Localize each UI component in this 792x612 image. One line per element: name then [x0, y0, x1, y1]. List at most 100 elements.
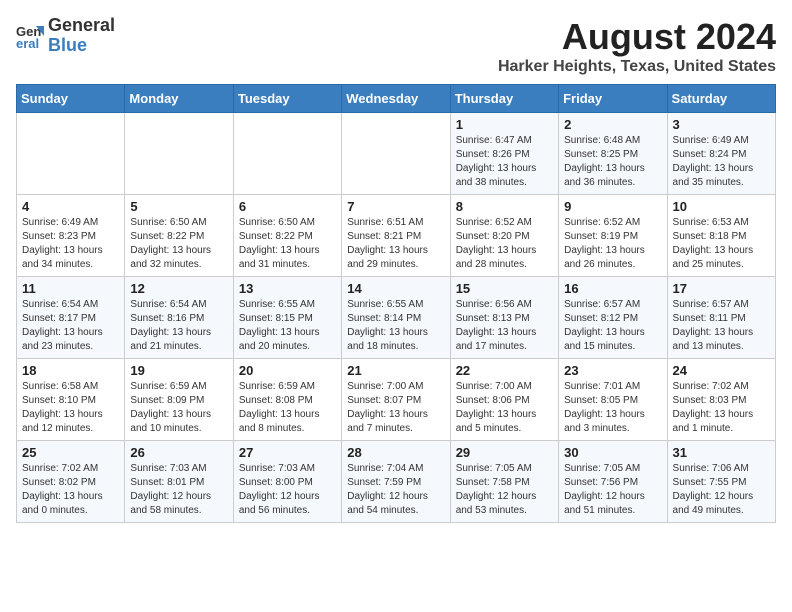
day-info: Sunrise: 6:59 AM Sunset: 8:08 PM Dayligh…: [239, 380, 336, 436]
day-number: 18: [22, 363, 119, 378]
weekday-header-saturday: Saturday: [667, 85, 775, 113]
calendar-cell: 28Sunrise: 7:04 AM Sunset: 7:59 PM Dayli…: [342, 441, 450, 523]
day-info: Sunrise: 7:03 AM Sunset: 8:00 PM Dayligh…: [239, 462, 336, 518]
day-number: 10: [673, 199, 770, 214]
day-info: Sunrise: 7:03 AM Sunset: 8:01 PM Dayligh…: [130, 462, 227, 518]
calendar-cell: 12 Sunrise: 6:54 AM Sunset: 8:16 PM Dayli…: [125, 277, 233, 359]
day-number: 8: [456, 199, 553, 214]
day-info: Sunrise: 7:01 AM Sunset: 8:05 PM Dayligh…: [564, 380, 661, 436]
day-number: 6: [239, 199, 336, 214]
calendar-cell: 23 Sunrise: 7:01 AM Sunset: 8:05 PM Dayli…: [559, 359, 667, 441]
logo: Gen eral General Blue: [16, 16, 115, 56]
day-info: Sunrise: 6:55 AM Sunset: 8:14 PM Dayligh…: [347, 298, 444, 354]
day-info: Sunrise: 6:48 AM Sunset: 8:25 PM Dayligh…: [564, 134, 661, 190]
weekday-header-monday: Monday: [125, 85, 233, 113]
calendar-cell: [125, 113, 233, 195]
day-info: Sunrise: 6:47 AM Sunset: 8:26 PM Dayligh…: [456, 134, 553, 190]
day-number: 4: [22, 199, 119, 214]
calendar-cell: 30 Sunrise: 7:05 AM Sunset: 7:56 PM Dayli…: [559, 441, 667, 523]
day-info: Sunrise: 6:50 AM Sunset: 8:22 PM Dayligh…: [130, 216, 227, 272]
calendar-cell: 11Sunrise: 6:54 AM Sunset: 8:17 PM Dayli…: [17, 277, 125, 359]
calendar-cell: [233, 113, 341, 195]
day-info: Sunrise: 7:05 AM Sunset: 7:56 PM Dayligh…: [564, 462, 661, 518]
day-number: 26: [130, 445, 227, 460]
title-block: August 2024 Harker Heights, Texas, Unite…: [498, 16, 776, 76]
calendar-cell: 31 Sunrise: 7:06 AM Sunset: 7:55 PM Dayli…: [667, 441, 775, 523]
calendar-cell: 13 Sunrise: 6:55 AM Sunset: 8:15 PM Dayli…: [233, 277, 341, 359]
day-info: Sunrise: 6:54 AM Sunset: 8:17 PM Dayligh…: [22, 298, 119, 354]
calendar-cell: 1 Sunrise: 6:47 AM Sunset: 8:26 PM Daylig…: [450, 113, 558, 195]
calendar-cell: 3Sunrise: 6:49 AM Sunset: 8:24 PM Daylig…: [667, 113, 775, 195]
weekday-header-friday: Friday: [559, 85, 667, 113]
day-number: 20: [239, 363, 336, 378]
calendar-cell: 9Sunrise: 6:52 AM Sunset: 8:19 PM Daylig…: [559, 195, 667, 277]
day-number: 31: [673, 445, 770, 460]
weekday-header-row: SundayMondayTuesdayWednesdayThursdayFrid…: [17, 85, 776, 113]
calendar-cell: 2Sunrise: 6:48 AM Sunset: 8:25 PM Daylig…: [559, 113, 667, 195]
day-number: 24: [673, 363, 770, 378]
calendar-cell: 25 Sunrise: 7:02 AM Sunset: 8:02 PM Dayli…: [17, 441, 125, 523]
day-number: 15: [456, 281, 553, 296]
calendar-cell: 29 Sunrise: 7:05 AM Sunset: 7:58 PM Dayli…: [450, 441, 558, 523]
day-number: 13: [239, 281, 336, 296]
logo-text: General Blue: [48, 16, 115, 56]
calendar-week-1: 1 Sunrise: 6:47 AM Sunset: 8:26 PM Daylig…: [17, 113, 776, 195]
day-info: Sunrise: 7:00 AM Sunset: 8:06 PM Dayligh…: [456, 380, 553, 436]
day-number: 22: [456, 363, 553, 378]
logo-icon: Gen eral: [16, 22, 44, 50]
calendar-cell: 16Sunrise: 6:57 AM Sunset: 8:12 PM Dayli…: [559, 277, 667, 359]
day-info: Sunrise: 6:59 AM Sunset: 8:09 PM Dayligh…: [130, 380, 227, 436]
day-number: 1: [456, 117, 553, 132]
day-info: Sunrise: 6:57 AM Sunset: 8:12 PM Dayligh…: [564, 298, 661, 354]
calendar-cell: 22 Sunrise: 7:00 AM Sunset: 8:06 PM Dayli…: [450, 359, 558, 441]
calendar-cell: 26 Sunrise: 7:03 AM Sunset: 8:01 PM Dayli…: [125, 441, 233, 523]
calendar-cell: 4 Sunrise: 6:49 AM Sunset: 8:23 PM Daylig…: [17, 195, 125, 277]
day-number: 7: [347, 199, 444, 214]
day-number: 29: [456, 445, 553, 460]
calendar-cell: 24 Sunrise: 7:02 AM Sunset: 8:03 PM Dayli…: [667, 359, 775, 441]
calendar-cell: 6Sunrise: 6:50 AM Sunset: 8:22 PM Daylig…: [233, 195, 341, 277]
calendar-week-3: 11Sunrise: 6:54 AM Sunset: 8:17 PM Dayli…: [17, 277, 776, 359]
day-number: 12: [130, 281, 227, 296]
day-number: 3: [673, 117, 770, 132]
calendar-cell: 27 Sunrise: 7:03 AM Sunset: 8:00 PM Dayli…: [233, 441, 341, 523]
calendar-cell: 5 Sunrise: 6:50 AM Sunset: 8:22 PM Daylig…: [125, 195, 233, 277]
day-number: 28: [347, 445, 444, 460]
calendar-week-4: 18 Sunrise: 6:58 AM Sunset: 8:10 PM Dayli…: [17, 359, 776, 441]
day-info: Sunrise: 6:55 AM Sunset: 8:15 PM Dayligh…: [239, 298, 336, 354]
day-number: 14: [347, 281, 444, 296]
day-number: 30: [564, 445, 661, 460]
calendar-table: SundayMondayTuesdayWednesdayThursdayFrid…: [16, 84, 776, 523]
calendar-cell: [17, 113, 125, 195]
calendar-week-5: 25 Sunrise: 7:02 AM Sunset: 8:02 PM Dayli…: [17, 441, 776, 523]
day-info: Sunrise: 6:51 AM Sunset: 8:21 PM Dayligh…: [347, 216, 444, 272]
day-info: Sunrise: 7:02 AM Sunset: 8:03 PM Dayligh…: [673, 380, 770, 436]
day-number: 19: [130, 363, 227, 378]
day-info: Sunrise: 6:56 AM Sunset: 8:13 PM Dayligh…: [456, 298, 553, 354]
calendar-cell: 7 Sunrise: 6:51 AM Sunset: 8:21 PM Daylig…: [342, 195, 450, 277]
calendar-cell: 15 Sunrise: 6:56 AM Sunset: 8:13 PM Dayli…: [450, 277, 558, 359]
main-title: August 2024: [498, 16, 776, 58]
weekday-header-wednesday: Wednesday: [342, 85, 450, 113]
day-number: 27: [239, 445, 336, 460]
calendar-cell: [342, 113, 450, 195]
day-info: Sunrise: 7:05 AM Sunset: 7:58 PM Dayligh…: [456, 462, 553, 518]
day-number: 25: [22, 445, 119, 460]
day-number: 5: [130, 199, 227, 214]
svg-text:eral: eral: [16, 36, 39, 50]
weekday-header-tuesday: Tuesday: [233, 85, 341, 113]
calendar-cell: 14 Sunrise: 6:55 AM Sunset: 8:14 PM Dayli…: [342, 277, 450, 359]
subtitle: Harker Heights, Texas, United States: [498, 58, 776, 76]
day-info: Sunrise: 6:49 AM Sunset: 8:23 PM Dayligh…: [22, 216, 119, 272]
day-info: Sunrise: 7:06 AM Sunset: 7:55 PM Dayligh…: [673, 462, 770, 518]
day-info: Sunrise: 6:54 AM Sunset: 8:16 PM Dayligh…: [130, 298, 227, 354]
weekday-header-thursday: Thursday: [450, 85, 558, 113]
day-info: Sunrise: 6:58 AM Sunset: 8:10 PM Dayligh…: [22, 380, 119, 436]
day-number: 23: [564, 363, 661, 378]
calendar-cell: 17Sunrise: 6:57 AM Sunset: 8:11 PM Dayli…: [667, 277, 775, 359]
day-info: Sunrise: 7:02 AM Sunset: 8:02 PM Dayligh…: [22, 462, 119, 518]
calendar-cell: 20 Sunrise: 6:59 AM Sunset: 8:08 PM Dayli…: [233, 359, 341, 441]
calendar-cell: 19 Sunrise: 6:59 AM Sunset: 8:09 PM Dayli…: [125, 359, 233, 441]
calendar-cell: 21Sunrise: 7:00 AM Sunset: 8:07 PM Dayli…: [342, 359, 450, 441]
day-info: Sunrise: 6:52 AM Sunset: 8:20 PM Dayligh…: [456, 216, 553, 272]
